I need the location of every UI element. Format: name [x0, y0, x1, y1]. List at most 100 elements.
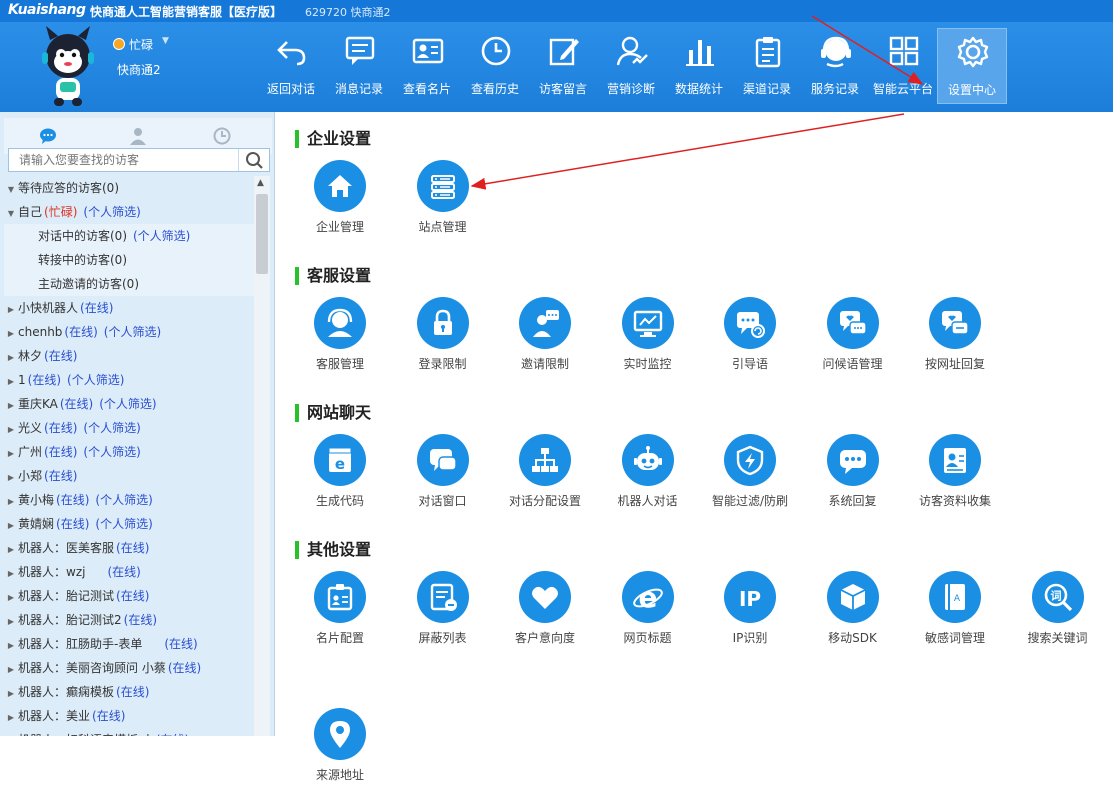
personal-filter-link[interactable]: (个人筛选) — [95, 517, 152, 531]
setting-tile-hierarchy[interactable]: 对话分配设置 — [495, 434, 595, 514]
sidebar-scrollbar[interactable]: ▲ — [254, 176, 270, 736]
expand-right-icon[interactable]: ▶ — [4, 586, 18, 610]
personal-filter-link[interactable]: (个人筛选) — [83, 445, 140, 459]
setting-tile-server[interactable]: 站点管理 — [393, 160, 493, 240]
setting-tile-greeting[interactable]: 问候语管理 — [803, 297, 903, 377]
tree-group[interactable]: ▶小郑(在线) — [4, 464, 254, 488]
tree-group[interactable]: ▶黄小梅(在线)(个人筛选) — [4, 488, 254, 512]
toolbar-button-headset[interactable]: 服务记录 — [801, 22, 869, 102]
person-tab-icon[interactable] — [128, 126, 148, 146]
setting-tile-profile[interactable]: 访客资料收集 — [905, 434, 1005, 514]
tile-icon-circle[interactable] — [827, 434, 879, 486]
expand-right-icon[interactable]: ▶ — [4, 466, 18, 490]
tree-group[interactable]: ▶林夕(在线) — [4, 344, 254, 368]
toolbar-button-bar-chart[interactable]: 数据统计 — [665, 22, 733, 102]
setting-tile-system-reply[interactable]: 系统回复 — [803, 434, 903, 514]
setting-tile-invite[interactable]: 邀请限制 — [495, 297, 595, 377]
expand-right-icon[interactable]: ▶ — [4, 298, 18, 322]
expand-right-icon[interactable]: ▶ — [4, 658, 18, 682]
tree-group[interactable]: ▶机器人：美业(在线) — [4, 704, 254, 728]
tile-icon-circle[interactable] — [827, 297, 879, 349]
setting-tile-sensitive-book[interactable]: A敏感词管理 — [905, 571, 1005, 651]
tile-icon-circle[interactable] — [417, 160, 469, 212]
tree-group[interactable]: ▶chenhb(在线)(个人筛选) — [4, 320, 254, 344]
toolbar-button-gear[interactable]: 设置中心 — [937, 28, 1007, 104]
expand-right-icon[interactable]: ▶ — [4, 538, 18, 562]
expand-right-icon[interactable]: ▶ — [4, 442, 18, 466]
tile-icon-circle[interactable] — [519, 571, 571, 623]
chat-tab-icon[interactable] — [38, 126, 58, 146]
tree-group[interactable]: ▶机器人：肛肠助手-表单(在线) — [4, 632, 254, 656]
search-icon[interactable] — [238, 149, 269, 171]
expand-right-icon[interactable]: ▶ — [4, 706, 18, 730]
expand-down-icon[interactable]: ▼ — [4, 178, 18, 202]
history-tab-icon[interactable] — [212, 126, 232, 146]
setting-tile-home[interactable]: 企业管理 — [290, 160, 390, 240]
tree-group[interactable]: ▼自己(忙碌)(个人筛选) — [4, 200, 254, 224]
expand-right-icon[interactable]: ▶ — [4, 490, 18, 514]
setting-tile-cube[interactable]: 移动SDK — [803, 571, 903, 651]
tile-icon-circle[interactable] — [314, 571, 366, 623]
toolbar-button-grid[interactable]: 智能云平台 — [869, 22, 937, 102]
expand-right-icon[interactable]: ▶ — [4, 418, 18, 442]
tree-sub-item[interactable]: 对话中的访客(0)(个人筛选) — [4, 224, 254, 248]
setting-tile-badge[interactable]: 名片配置 — [290, 571, 390, 651]
setting-tile-guide-chat[interactable]: 引导语 — [700, 297, 800, 377]
tile-icon-circle[interactable] — [314, 297, 366, 349]
toolbar-button-clock[interactable]: 查看历史 — [461, 22, 529, 102]
expand-right-icon[interactable]: ▶ — [4, 322, 18, 346]
expand-right-icon[interactable]: ▶ — [4, 682, 18, 706]
toolbar-button-edit[interactable]: 访客留言 — [529, 22, 597, 102]
tile-icon-circle[interactable] — [929, 297, 981, 349]
setting-tile-lock[interactable]: 登录限制 — [393, 297, 493, 377]
tree-group[interactable]: ▶小快机器人(在线) — [4, 296, 254, 320]
expand-right-icon[interactable]: ▶ — [4, 634, 18, 658]
expand-right-icon[interactable]: ▶ — [4, 730, 18, 736]
tree-group[interactable]: ▶广州(在线)(个人筛选) — [4, 440, 254, 464]
setting-tile-code-browser[interactable]: e生成代码 — [290, 434, 390, 514]
expand-right-icon[interactable]: ▶ — [4, 610, 18, 634]
tree-group[interactable]: ▶机器人：美丽咨询顾问 小蔡(在线) — [4, 656, 254, 680]
visitor-search-input[interactable] — [17, 152, 241, 168]
tile-icon-circle[interactable] — [314, 160, 366, 212]
setting-tile-url-reply[interactable]: 按网址回复 — [905, 297, 1005, 377]
setting-tile-monitor[interactable]: 实时监控 — [598, 297, 698, 377]
scroll-thumb[interactable] — [256, 194, 268, 274]
setting-tile-shield[interactable]: 智能过滤/防刷 — [700, 434, 800, 514]
expand-right-icon[interactable]: ▶ — [4, 370, 18, 394]
expand-right-icon[interactable]: ▶ — [4, 562, 18, 586]
scroll-up-icon[interactable]: ▲ — [257, 178, 264, 188]
personal-filter-link[interactable]: (个人筛选) — [99, 397, 156, 411]
toolbar-button-card[interactable]: 查看名片 — [393, 22, 461, 102]
tile-icon-circle[interactable]: 词 — [1032, 571, 1084, 623]
status-text[interactable]: 忙碌 — [129, 36, 153, 53]
setting-tile-chat-window[interactable]: 对话窗口 — [393, 434, 493, 514]
expand-right-icon[interactable]: ▶ — [4, 514, 18, 538]
tree-sub-item[interactable]: 主动邀请的访客(0) — [4, 272, 254, 296]
tile-icon-circle[interactable] — [519, 297, 571, 349]
tree-group[interactable]: ▶机器人：wzj(在线) — [4, 560, 254, 584]
personal-filter-link[interactable]: (个人筛选) — [83, 205, 140, 219]
setting-tile-agent[interactable]: 客服管理 — [290, 297, 390, 377]
tree-group[interactable]: ▶1(在线)(个人筛选) — [4, 368, 254, 392]
personal-filter-link[interactable]: (个人筛选) — [104, 325, 161, 339]
toolbar-button-diagnosis[interactable]: 营销诊断 — [597, 22, 665, 102]
tile-icon-circle[interactable] — [724, 434, 776, 486]
tree-group[interactable]: ▶机器人：医美客服(在线) — [4, 536, 254, 560]
tree-group[interactable]: ▶光义(在线)(个人筛选) — [4, 416, 254, 440]
toolbar-button-clipboard[interactable]: 渠道记录 — [733, 22, 801, 102]
tile-icon-circle[interactable] — [622, 434, 674, 486]
setting-tile-robot[interactable]: 机器人对话 — [598, 434, 698, 514]
tile-icon-circle[interactable]: e — [622, 571, 674, 623]
tile-icon-circle[interactable] — [724, 297, 776, 349]
tree-group[interactable]: ▶重庆KA(在线)(个人筛选) — [4, 392, 254, 416]
setting-tile-keyword-search[interactable]: 词搜索关键词 — [1008, 571, 1108, 651]
tree-sub-item[interactable]: 转接中的访客(0) — [4, 248, 254, 272]
tile-icon-circle[interactable] — [314, 708, 366, 760]
setting-tile-ip[interactable]: IPIP识别 — [700, 571, 800, 651]
personal-filter-link[interactable]: (个人筛选) — [67, 373, 124, 387]
mascot-avatar-icon[interactable] — [36, 26, 100, 110]
setting-tile-ie[interactable]: e网页标题 — [598, 571, 698, 651]
tile-icon-circle[interactable] — [622, 297, 674, 349]
tile-icon-circle[interactable] — [827, 571, 879, 623]
